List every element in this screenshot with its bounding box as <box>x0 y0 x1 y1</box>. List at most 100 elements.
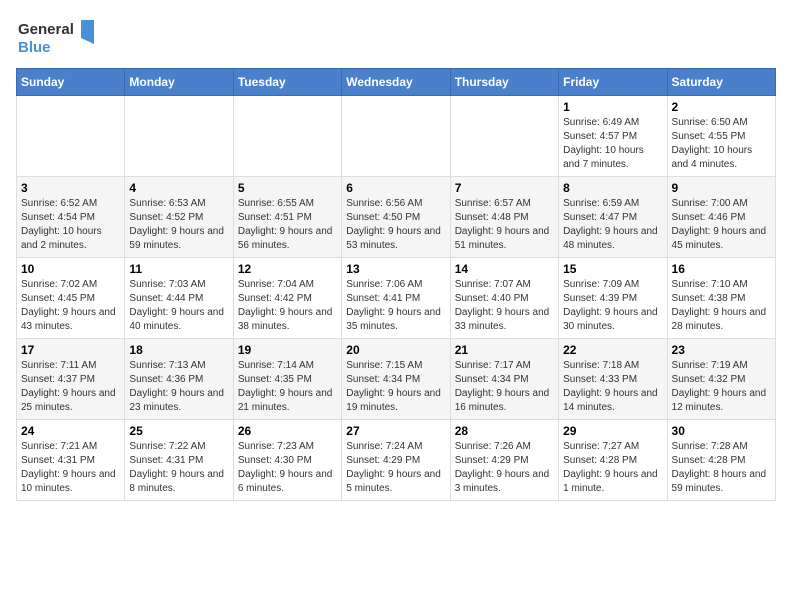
day-info: Sunrise: 7:17 AM Sunset: 4:34 PM Dayligh… <box>455 359 554 415</box>
calendar-cell: 13 Sunrise: 7:06 AM Sunset: 4:41 PM Dayli… <box>342 258 450 339</box>
day-info: Sunrise: 6:55 AM Sunset: 4:51 PM Dayligh… <box>238 197 337 253</box>
day-info: Sunrise: 7:19 AM Sunset: 4:32 PM Dayligh… <box>672 359 771 415</box>
week-row-3: 17 Sunrise: 7:11 AM Sunset: 4:37 PM Dayli… <box>17 339 776 420</box>
day-number: 23 <box>672 343 771 357</box>
svg-text:General: General <box>18 21 74 38</box>
calendar-cell: 26 Sunrise: 7:23 AM Sunset: 4:30 PM Dayli… <box>233 420 341 501</box>
day-info: Sunrise: 7:18 AM Sunset: 4:33 PM Dayligh… <box>563 359 662 415</box>
day-number: 14 <box>455 262 554 276</box>
day-info: Sunrise: 6:57 AM Sunset: 4:48 PM Dayligh… <box>455 197 554 253</box>
day-number: 17 <box>21 343 120 357</box>
day-number: 20 <box>346 343 445 357</box>
calendar-cell <box>125 96 233 177</box>
day-info: Sunrise: 7:04 AM Sunset: 4:42 PM Dayligh… <box>238 278 337 334</box>
day-number: 18 <box>129 343 228 357</box>
calendar-cell: 27 Sunrise: 7:24 AM Sunset: 4:29 PM Dayli… <box>342 420 450 501</box>
calendar-cell: 4 Sunrise: 6:53 AM Sunset: 4:52 PM Daylig… <box>125 177 233 258</box>
day-number: 12 <box>238 262 337 276</box>
header-tuesday: Tuesday <box>233 69 341 96</box>
calendar-cell: 1 Sunrise: 6:49 AM Sunset: 4:57 PM Daylig… <box>559 96 667 177</box>
day-info: Sunrise: 7:06 AM Sunset: 4:41 PM Dayligh… <box>346 278 445 334</box>
day-number: 25 <box>129 424 228 438</box>
calendar-cell: 21 Sunrise: 7:17 AM Sunset: 4:34 PM Dayli… <box>450 339 558 420</box>
day-info: Sunrise: 6:59 AM Sunset: 4:47 PM Dayligh… <box>563 197 662 253</box>
calendar-cell: 2 Sunrise: 6:50 AM Sunset: 4:55 PM Daylig… <box>667 96 775 177</box>
day-number: 4 <box>129 181 228 195</box>
day-number: 19 <box>238 343 337 357</box>
calendar-cell: 25 Sunrise: 7:22 AM Sunset: 4:31 PM Dayli… <box>125 420 233 501</box>
day-info: Sunrise: 6:56 AM Sunset: 4:50 PM Dayligh… <box>346 197 445 253</box>
day-info: Sunrise: 6:53 AM Sunset: 4:52 PM Dayligh… <box>129 197 228 253</box>
calendar-cell: 20Sunrise: 7:15 AM Sunset: 4:34 PM Dayli… <box>342 339 450 420</box>
day-info: Sunrise: 7:27 AM Sunset: 4:28 PM Dayligh… <box>563 440 662 496</box>
day-number: 10 <box>21 262 120 276</box>
calendar-cell: 15Sunrise: 7:09 AM Sunset: 4:39 PM Dayli… <box>559 258 667 339</box>
calendar-cell: 5 Sunrise: 6:55 AM Sunset: 4:51 PM Daylig… <box>233 177 341 258</box>
calendar-cell: 10 Sunrise: 7:02 AM Sunset: 4:45 PM Dayli… <box>17 258 125 339</box>
day-info: Sunrise: 7:11 AM Sunset: 4:37 PM Dayligh… <box>21 359 120 415</box>
calendar-cell: 18 Sunrise: 7:13 AM Sunset: 4:36 PM Dayli… <box>125 339 233 420</box>
day-number: 5 <box>238 181 337 195</box>
calendar-cell <box>450 96 558 177</box>
calendar-cell: 23 Sunrise: 7:19 AM Sunset: 4:32 PM Dayli… <box>667 339 775 420</box>
calendar-cell: 24Sunrise: 7:21 AM Sunset: 4:31 PM Dayli… <box>17 420 125 501</box>
calendar-cell: 14 Sunrise: 7:07 AM Sunset: 4:40 PM Dayli… <box>450 258 558 339</box>
header: GeneralBlue <box>16 16 776 56</box>
week-row-0: 1 Sunrise: 6:49 AM Sunset: 4:57 PM Daylig… <box>17 96 776 177</box>
day-number: 2 <box>672 100 771 114</box>
day-info: Sunrise: 7:14 AM Sunset: 4:35 PM Dayligh… <box>238 359 337 415</box>
day-info: Sunrise: 7:24 AM Sunset: 4:29 PM Dayligh… <box>346 440 445 496</box>
day-info: Sunrise: 7:02 AM Sunset: 4:45 PM Dayligh… <box>21 278 120 334</box>
calendar-table: SundayMondayTuesdayWednesdayThursdayFrid… <box>16 68 776 501</box>
day-info: Sunrise: 7:07 AM Sunset: 4:40 PM Dayligh… <box>455 278 554 334</box>
day-info: Sunrise: 7:03 AM Sunset: 4:44 PM Dayligh… <box>129 278 228 334</box>
day-number: 9 <box>672 181 771 195</box>
day-number: 28 <box>455 424 554 438</box>
calendar-cell: 16 Sunrise: 7:10 AM Sunset: 4:38 PM Dayli… <box>667 258 775 339</box>
day-number: 30 <box>672 424 771 438</box>
day-number: 22 <box>563 343 662 357</box>
week-row-2: 10 Sunrise: 7:02 AM Sunset: 4:45 PM Dayli… <box>17 258 776 339</box>
day-number: 29 <box>563 424 662 438</box>
day-info: Sunrise: 6:50 AM Sunset: 4:55 PM Dayligh… <box>672 116 771 172</box>
day-number: 16 <box>672 262 771 276</box>
day-number: 21 <box>455 343 554 357</box>
day-number: 7 <box>455 181 554 195</box>
header-sunday: Sunday <box>17 69 125 96</box>
day-info: Sunrise: 6:49 AM Sunset: 4:57 PM Dayligh… <box>563 116 662 172</box>
calendar-cell: 7 Sunrise: 6:57 AM Sunset: 4:48 PM Daylig… <box>450 177 558 258</box>
header-friday: Friday <box>559 69 667 96</box>
day-info: Sunrise: 7:00 AM Sunset: 4:46 PM Dayligh… <box>672 197 771 253</box>
calendar-cell: 3Sunrise: 6:52 AM Sunset: 4:54 PM Daylig… <box>17 177 125 258</box>
calendar-cell: 22 Sunrise: 7:18 AM Sunset: 4:33 PM Dayli… <box>559 339 667 420</box>
calendar-cell <box>342 96 450 177</box>
day-number: 27 <box>346 424 445 438</box>
day-number: 6 <box>346 181 445 195</box>
day-info: Sunrise: 7:13 AM Sunset: 4:36 PM Dayligh… <box>129 359 228 415</box>
calendar-cell: 11 Sunrise: 7:03 AM Sunset: 4:44 PM Dayli… <box>125 258 233 339</box>
day-info: Sunrise: 7:21 AM Sunset: 4:31 PM Dayligh… <box>21 440 120 496</box>
calendar-cell: 19 Sunrise: 7:14 AM Sunset: 4:35 PM Dayli… <box>233 339 341 420</box>
calendar-cell: 17 Sunrise: 7:11 AM Sunset: 4:37 PM Dayli… <box>17 339 125 420</box>
day-info: Sunrise: 7:26 AM Sunset: 4:29 PM Dayligh… <box>455 440 554 496</box>
day-info: Sunrise: 7:22 AM Sunset: 4:31 PM Dayligh… <box>129 440 228 496</box>
day-info: Sunrise: 7:10 AM Sunset: 4:38 PM Dayligh… <box>672 278 771 334</box>
header-thursday: Thursday <box>450 69 558 96</box>
logo: GeneralBlue <box>16 16 96 56</box>
calendar-cell: 6 Sunrise: 6:56 AM Sunset: 4:50 PM Daylig… <box>342 177 450 258</box>
calendar-header-row: SundayMondayTuesdayWednesdayThursdayFrid… <box>17 69 776 96</box>
day-info: Sunrise: 7:23 AM Sunset: 4:30 PM Dayligh… <box>238 440 337 496</box>
day-number: 1 <box>563 100 662 114</box>
day-number: 26 <box>238 424 337 438</box>
week-row-1: 3Sunrise: 6:52 AM Sunset: 4:54 PM Daylig… <box>17 177 776 258</box>
calendar-cell <box>233 96 341 177</box>
calendar-cell <box>17 96 125 177</box>
day-number: 13 <box>346 262 445 276</box>
day-number: 11 <box>129 262 228 276</box>
day-info: Sunrise: 6:52 AM Sunset: 4:54 PM Dayligh… <box>21 197 120 253</box>
calendar-cell: 9 Sunrise: 7:00 AM Sunset: 4:46 PM Daylig… <box>667 177 775 258</box>
calendar-cell: 30Sunrise: 7:28 AM Sunset: 4:28 PM Dayli… <box>667 420 775 501</box>
day-number: 15 <box>563 262 662 276</box>
header-wednesday: Wednesday <box>342 69 450 96</box>
svg-text:Blue: Blue <box>18 39 51 56</box>
